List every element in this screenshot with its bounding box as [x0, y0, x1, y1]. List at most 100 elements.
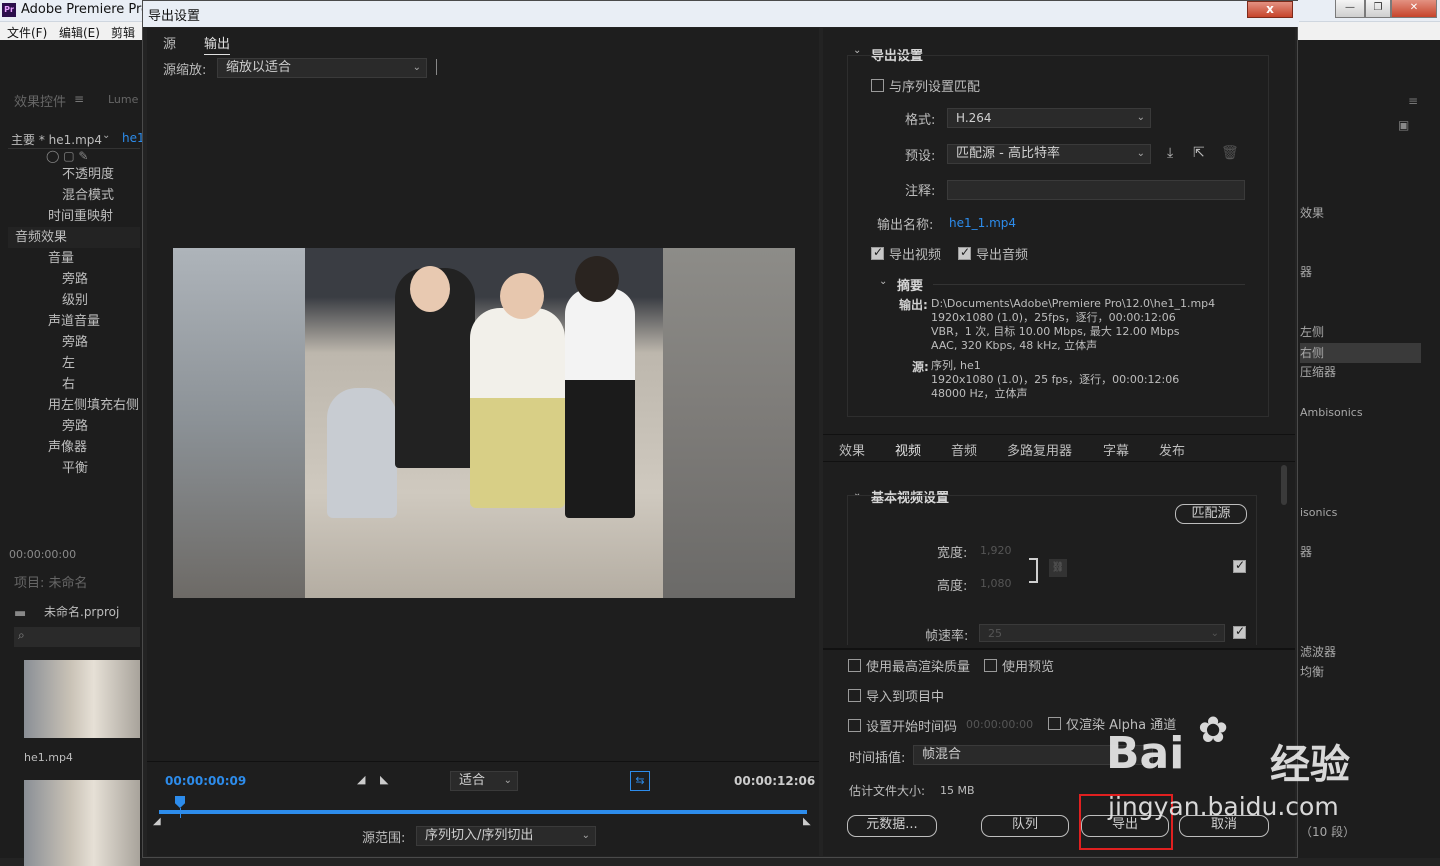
- tab-captions[interactable]: 字幕: [1103, 440, 1129, 459]
- project-file-name[interactable]: 未命名.prproj: [44, 603, 119, 620]
- export-video-checkbox[interactable]: [871, 245, 884, 260]
- match-source-button[interactable]: 匹配源: [1175, 504, 1247, 524]
- save-preset-icon[interactable]: ⤓: [1167, 145, 1173, 161]
- effect-row[interactable]: 不透明度: [8, 164, 140, 185]
- current-timecode[interactable]: 00:00:00:09: [165, 774, 246, 788]
- chevron-down-icon[interactable]: ⌄: [102, 130, 110, 141]
- dialog-close-icon[interactable]: x: [1247, 1, 1293, 18]
- tab-multiplexer[interactable]: 多路复用器: [1007, 440, 1072, 459]
- effects-list-item[interactable]: 器: [1300, 262, 1312, 282]
- start-timecode-value[interactable]: 00:00:00:00: [966, 718, 1033, 731]
- aspect-correction-icon[interactable]: ⇆: [630, 771, 650, 791]
- mask-shape-icons[interactable]: ◯ ▢ ✎: [46, 149, 88, 163]
- tab-output[interactable]: 输出: [204, 33, 231, 55]
- max-render-quality-checkbox[interactable]: [848, 659, 861, 672]
- tab-effect-controls[interactable]: 效果控件: [14, 91, 66, 110]
- menu-clip[interactable]: 剪辑: [111, 24, 135, 41]
- menu-file[interactable]: 文件(F): [7, 24, 47, 41]
- effect-row[interactable]: 旁路: [8, 332, 140, 353]
- collapse-chevron-icon[interactable]: ⌄: [879, 276, 887, 287]
- app-close-icon[interactable]: ✕: [1391, 0, 1437, 18]
- source-range-select[interactable]: 序列切入/序列切出 ⌄: [416, 826, 596, 846]
- width-value[interactable]: 1,920: [980, 544, 1012, 557]
- tab-audio[interactable]: 音频: [951, 440, 977, 459]
- project-title[interactable]: 项目: 未命名: [14, 572, 88, 591]
- media-name[interactable]: he1.mp4: [24, 751, 73, 764]
- set-start-timecode-checkbox[interactable]: [848, 719, 861, 732]
- fit-select[interactable]: 适合 ⌄: [450, 771, 518, 791]
- queue-button[interactable]: 队列: [981, 815, 1069, 837]
- render-alpha-checkbox[interactable]: [1048, 717, 1061, 730]
- frame-rate-checkbox[interactable]: [1233, 624, 1246, 639]
- dialog-title: 导出设置: [148, 9, 201, 24]
- summary-heading: 摘要: [897, 279, 924, 294]
- tab-video[interactable]: 视频: [895, 440, 922, 462]
- search-icon: ⌕: [18, 628, 25, 642]
- effect-row[interactable]: 音量: [8, 248, 140, 269]
- set-in-point-icon[interactable]: ◢: [357, 773, 365, 786]
- match-sequence-checkbox[interactable]: [871, 79, 884, 92]
- media-thumbnail[interactable]: [24, 780, 140, 866]
- effect-row[interactable]: 旁路: [8, 269, 140, 290]
- tab-publish[interactable]: 发布: [1159, 440, 1185, 459]
- tab-source[interactable]: 源: [163, 33, 176, 52]
- effect-row[interactable]: 时间重映射: [8, 206, 140, 227]
- cancel-button[interactable]: 取消: [1179, 815, 1269, 837]
- timeline-track[interactable]: [159, 810, 807, 814]
- effects-list-item[interactable]: 压缩器: [1300, 362, 1336, 382]
- import-into-project-checkbox[interactable]: [848, 689, 861, 702]
- comment-label: 注释:: [905, 184, 936, 199]
- format-select[interactable]: H.264 ⌄: [947, 108, 1151, 128]
- effects-list-item[interactable]: （10 段）: [1300, 822, 1355, 842]
- frame-rate-select[interactable]: 25 ⌄: [979, 624, 1225, 642]
- minimize-icon[interactable]: —: [1335, 0, 1365, 18]
- range-end-handle-icon[interactable]: ◣: [803, 816, 811, 827]
- use-previews-checkbox[interactable]: [984, 659, 997, 672]
- effect-row[interactable]: 声像器: [8, 437, 140, 458]
- effects-list-item[interactable]: 器: [1300, 542, 1312, 562]
- effect-row[interactable]: 级别: [8, 290, 140, 311]
- effects-list-item[interactable]: Ambisonics: [1300, 403, 1363, 423]
- scrollbar[interactable]: [1281, 465, 1287, 505]
- effect-row[interactable]: 旁路: [8, 416, 140, 437]
- preset-select[interactable]: 匹配源 - 高比特率 ⌄: [947, 144, 1151, 164]
- playhead-icon[interactable]: [175, 796, 185, 808]
- output-name-link[interactable]: he1_1.mp4: [949, 216, 1016, 230]
- effect-row[interactable]: 用左侧填充右侧: [8, 395, 140, 416]
- new-bin-icon[interactable]: ▣: [1398, 118, 1409, 132]
- effect-row[interactable]: 声道音量: [8, 311, 140, 332]
- chevron-down-icon: ⌄: [1136, 112, 1145, 123]
- panel-menu-icon[interactable]: ≡: [74, 92, 84, 106]
- width-height-checkbox[interactable]: [1233, 558, 1246, 573]
- tab-lumetri[interactable]: Lume: [108, 93, 138, 106]
- effects-list-item[interactable]: isonics: [1300, 503, 1337, 523]
- menu-edit[interactable]: 编辑(E): [59, 24, 100, 41]
- chain-link-icon[interactable]: ⛓: [1049, 559, 1067, 577]
- media-thumbnail[interactable]: [24, 660, 140, 738]
- source-scale-select[interactable]: 缩放以适合 ⌄: [217, 58, 427, 78]
- effects-list-item[interactable]: 左侧: [1300, 322, 1324, 342]
- height-value[interactable]: 1,080: [980, 577, 1012, 590]
- project-search-input[interactable]: ⌕: [14, 627, 140, 647]
- effects-list-item[interactable]: 右侧: [1300, 343, 1421, 363]
- effects-list-item[interactable]: 均衡: [1300, 662, 1324, 682]
- delete-preset-icon[interactable]: 🗑: [1221, 145, 1239, 161]
- set-out-point-icon[interactable]: ◣: [380, 773, 388, 786]
- effect-row[interactable]: 混合模式: [8, 185, 140, 206]
- effect-row[interactable]: 音频效果: [8, 227, 140, 248]
- effect-row[interactable]: 平衡: [8, 458, 140, 479]
- metadata-button[interactable]: 元数据...: [847, 815, 937, 837]
- effect-row[interactable]: 右: [8, 374, 140, 395]
- effects-list-item[interactable]: 效果: [1300, 203, 1324, 223]
- export-audio-checkbox[interactable]: [958, 245, 971, 260]
- maximize-icon[interactable]: ❐: [1365, 0, 1391, 18]
- file-size-label: 估计文件大小:: [849, 784, 926, 798]
- tab-effects[interactable]: 效果: [839, 440, 865, 459]
- comment-input[interactable]: [947, 180, 1245, 200]
- panel-menu-icon[interactable]: ≡: [1408, 94, 1418, 108]
- range-start-handle-icon[interactable]: ◢: [153, 816, 161, 827]
- time-interpolation-select[interactable]: 帧混合: [913, 745, 1153, 765]
- effects-list-item[interactable]: 滤波器: [1300, 642, 1336, 662]
- import-preset-icon[interactable]: ⇱: [1193, 145, 1205, 161]
- effect-row[interactable]: 左: [8, 353, 140, 374]
